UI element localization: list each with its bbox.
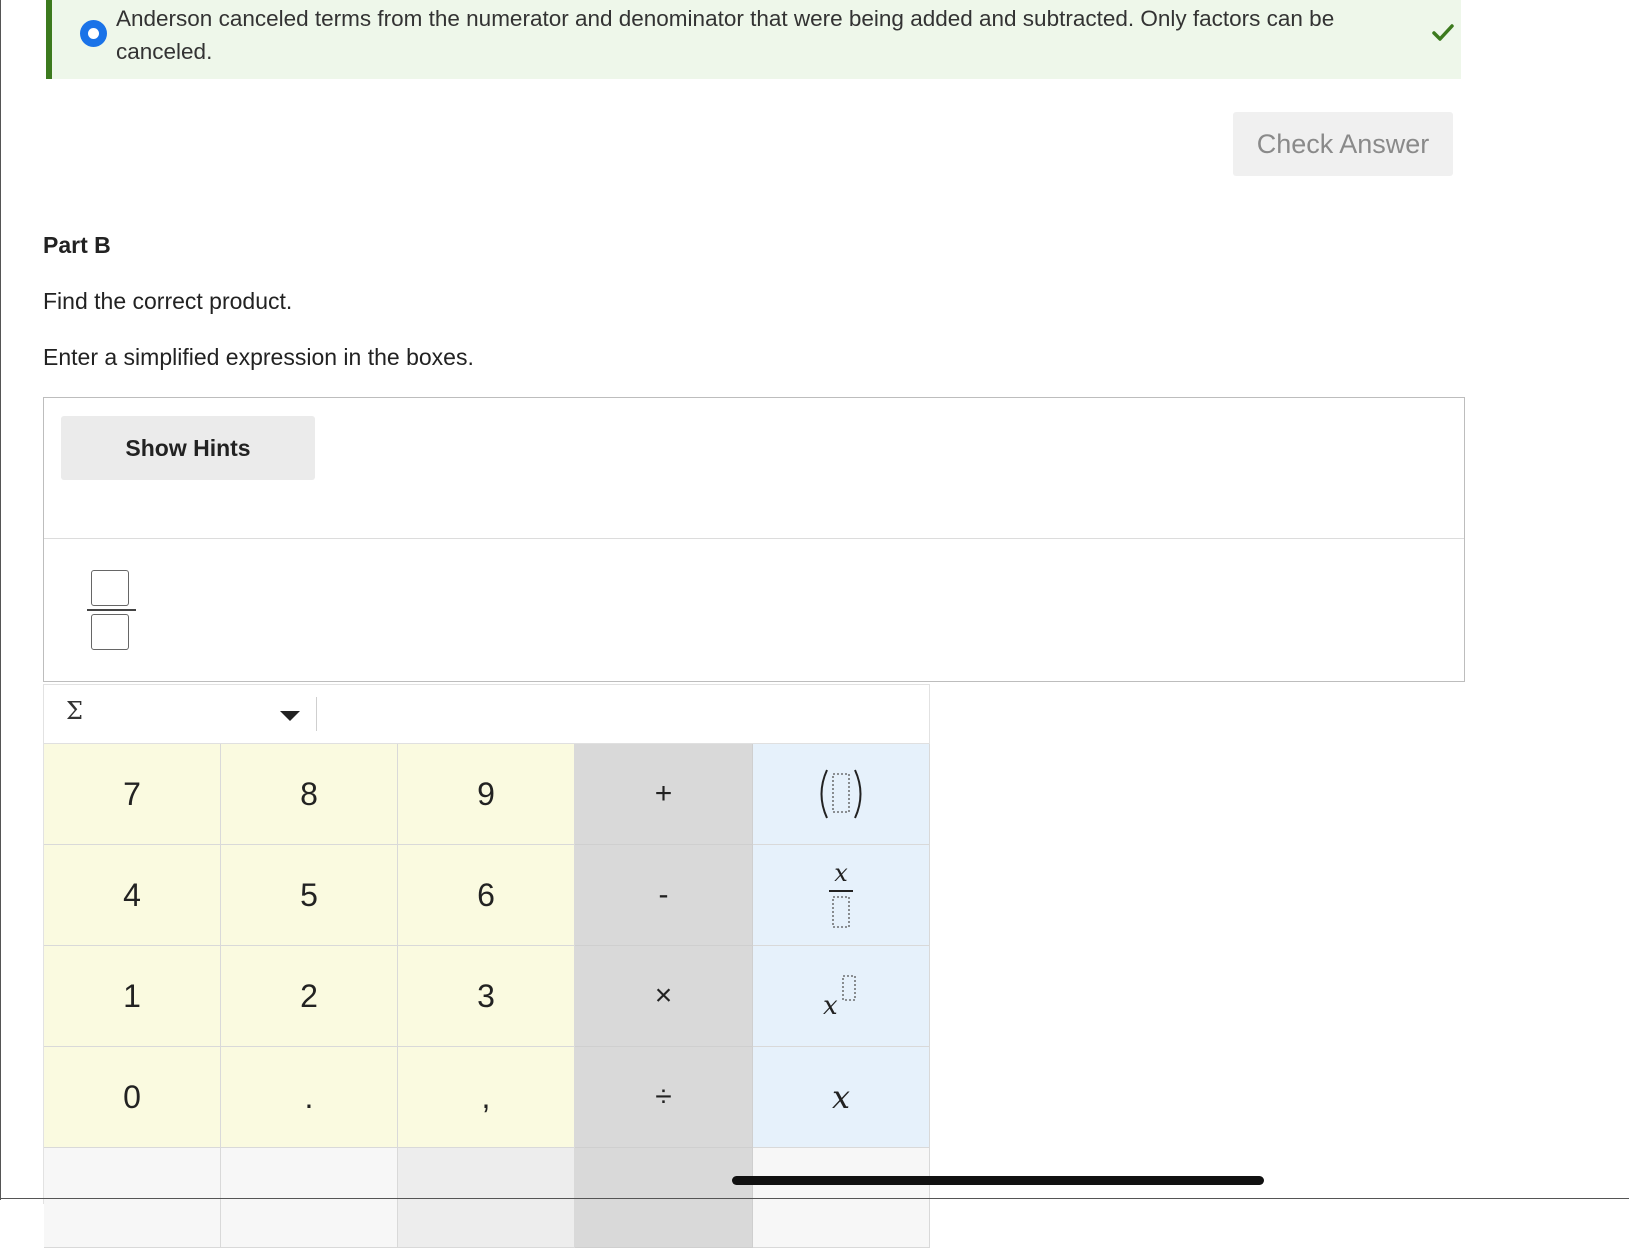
keypad-header-divider <box>316 697 317 731</box>
key-comma[interactable]: , <box>398 1047 575 1148</box>
parentheses-icon <box>820 769 862 819</box>
key-9[interactable]: 9 <box>398 744 575 845</box>
checkmark-icon <box>1432 24 1454 41</box>
numerator-input-box[interactable] <box>91 570 129 606</box>
question-prompt: Find the correct product. <box>43 288 293 314</box>
svg-text:x: x <box>834 859 848 887</box>
part-title: Part B <box>43 232 111 258</box>
key-variable-x[interactable]: x <box>753 1047 930 1148</box>
answer-area: Show Hints <box>43 397 1465 682</box>
check-answer-button[interactable]: Check Answer <box>1233 112 1453 176</box>
sigma-icon: Σ <box>66 697 83 725</box>
key-exponent[interactable]: x <box>753 946 930 1047</box>
show-hints-button[interactable]: Show Hints <box>61 416 315 480</box>
key-3[interactable]: 3 <box>398 946 575 1047</box>
keypad-grid: 7 8 9 + 4 5 6 - x 1 2 3 × x 0 . , ÷ x <box>44 744 930 1248</box>
key-parentheses[interactable] <box>753 744 930 845</box>
key-divide[interactable]: ÷ <box>575 1047 753 1148</box>
key-1[interactable]: 1 <box>44 946 221 1047</box>
key-4[interactable]: 4 <box>44 845 221 946</box>
key-times[interactable]: × <box>575 946 753 1047</box>
keypad-header: Σ <box>44 685 929 744</box>
fraction-bar <box>87 609 136 611</box>
math-keypad: Σ 7 8 9 + 4 5 6 - x 1 2 3 × x 0 . , ÷ x <box>43 684 930 1248</box>
key-8[interactable]: 8 <box>221 744 398 845</box>
svg-text:x: x <box>823 991 838 1020</box>
answer-area-divider <box>44 538 1464 539</box>
key-2[interactable]: 2 <box>221 946 398 1047</box>
key-fraction[interactable]: x <box>753 845 930 946</box>
key-6[interactable]: 6 <box>398 845 575 946</box>
selected-radio-button[interactable] <box>80 20 107 47</box>
left-border <box>0 0 1 1200</box>
key-plus[interactable]: + <box>575 744 753 845</box>
key-5[interactable]: 5 <box>221 845 398 946</box>
chevron-down-icon[interactable] <box>280 711 300 721</box>
key-minus[interactable]: - <box>575 845 753 946</box>
key-decimal[interactable]: . <box>221 1047 398 1148</box>
feedback-text: Anderson canceled terms from the numerat… <box>116 6 1335 64</box>
key-0[interactable]: 0 <box>44 1047 221 1148</box>
bottom-border <box>0 1198 1629 1199</box>
fraction-template-icon: x <box>829 859 853 928</box>
denominator-input-box[interactable] <box>91 614 129 650</box>
question-instruction: Enter a simplified expression in the box… <box>43 344 474 370</box>
feedback-banner: Anderson canceled terms from the numerat… <box>46 0 1461 79</box>
key-7[interactable]: 7 <box>44 744 221 845</box>
exponent-template-icon: x <box>823 975 856 1020</box>
home-indicator[interactable] <box>732 1176 1264 1185</box>
